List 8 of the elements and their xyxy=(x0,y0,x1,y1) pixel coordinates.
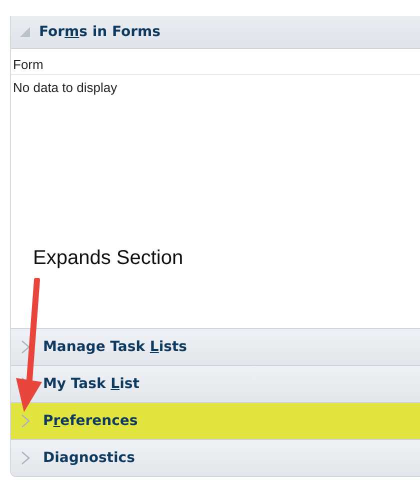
column-header: Form xyxy=(11,49,420,75)
section-header[interactable]: Manage Task Lists xyxy=(11,328,420,365)
section-header[interactable]: Forms in Forms xyxy=(11,16,420,49)
section-header[interactable]: Preferences xyxy=(11,402,420,439)
annotation-label: Expands Section xyxy=(33,247,184,270)
section-header[interactable]: My Task List xyxy=(11,365,420,402)
section-header[interactable]: Diagnostics xyxy=(11,439,420,476)
empty-message: No data to display xyxy=(12,79,118,95)
